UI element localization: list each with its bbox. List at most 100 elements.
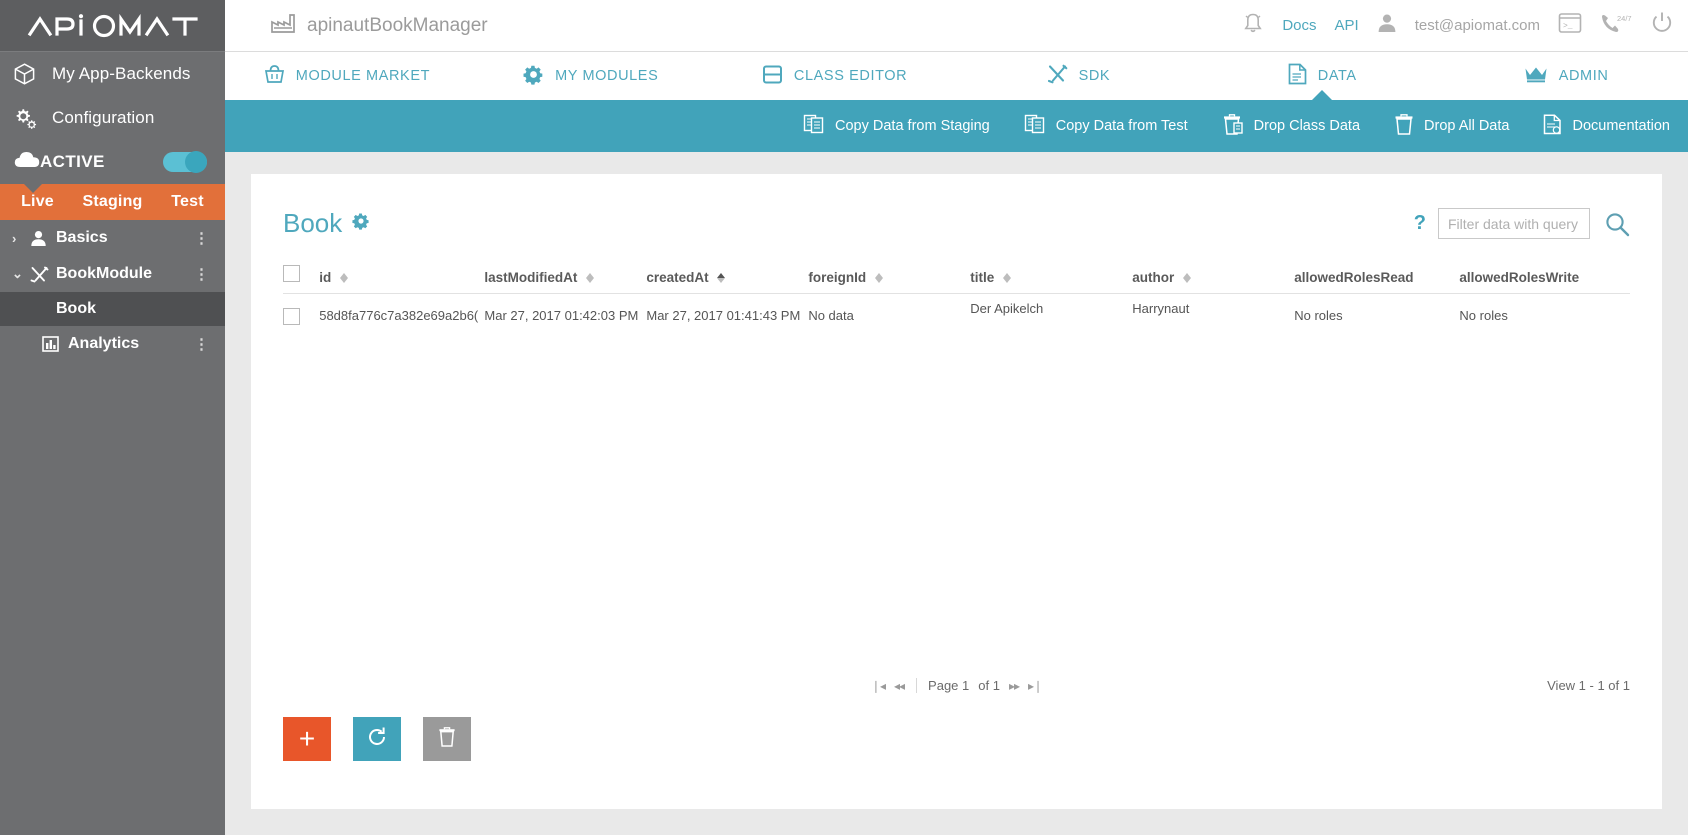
- table-header-row: id lastModifiedAt createdAt foreignId ti…: [283, 265, 1630, 294]
- main-nav: MODULE MARKET MY MODULES CLASS EDITOR SD…: [225, 52, 1688, 101]
- cell-foreignid: No data: [808, 308, 854, 323]
- search-input[interactable]: [1438, 208, 1590, 239]
- basket-icon: [264, 64, 285, 88]
- column-header-author[interactable]: author: [1132, 265, 1295, 294]
- bookmodule-kebab-menu-icon[interactable]: ⋮: [194, 267, 209, 282]
- cell-allowedrolesread: No roles: [1294, 308, 1343, 323]
- column-header-id[interactable]: id: [319, 265, 485, 294]
- last-page-button[interactable]: ▸❘: [1028, 679, 1043, 693]
- avatar[interactable]: [1377, 13, 1397, 38]
- class-settings-gear-icon[interactable]: [352, 212, 370, 235]
- sidebar-tree-label: Analytics: [68, 335, 140, 352]
- prev-page-button[interactable]: ◂◂: [894, 679, 905, 693]
- nav-item-module-market[interactable]: MODULE MARKET: [225, 52, 469, 100]
- table-row[interactable]: 58d8fa776c7a382e69a2b6( Mar 27, 2017 01:…: [283, 294, 1630, 329]
- active-toggle-switch[interactable]: [163, 151, 207, 173]
- env-tab-staging[interactable]: Staging: [75, 193, 150, 211]
- nav-item-admin[interactable]: ADMIN: [1444, 52, 1688, 100]
- cell-title: Der Apikelch: [970, 301, 1044, 316]
- basics-kebab-menu-icon[interactable]: ⋮: [194, 231, 209, 246]
- cell-createdat: Mar 27, 2017 01:41:43 PM: [646, 308, 801, 323]
- document-icon: [1288, 63, 1307, 89]
- column-label: foreignId: [808, 270, 867, 285]
- copy-data-from-staging-button[interactable]: Copy Data from Staging: [803, 114, 990, 138]
- sidebar-active-toggle-row[interactable]: ACTIVE: [0, 140, 225, 184]
- row-select-cell: [283, 294, 319, 329]
- cell-allowedroleswrite: No roles: [1459, 308, 1508, 323]
- refresh-button[interactable]: [353, 717, 401, 761]
- env-tab-live[interactable]: Live: [0, 193, 75, 211]
- gear-icon: [523, 64, 544, 89]
- nav-item-data[interactable]: DATA: [1200, 52, 1444, 101]
- drop-class-data-button[interactable]: Drop Class Data: [1222, 113, 1361, 139]
- sidebar-tree-item-bookmodule[interactable]: ⌄ BookModule ⋮: [0, 256, 225, 292]
- analytics-kebab-menu-icon[interactable]: ⋮: [194, 337, 209, 352]
- apiomat-logo[interactable]: [0, 0, 225, 52]
- select-all-checkbox[interactable]: [283, 265, 300, 282]
- docs-link[interactable]: Docs: [1282, 17, 1316, 34]
- chevron-down-icon[interactable]: ⌄: [12, 266, 30, 282]
- sidebar-item-configuration[interactable]: Configuration: [0, 96, 225, 140]
- sort-icon[interactable]: [1003, 272, 1012, 284]
- search-icon[interactable]: [1604, 211, 1630, 237]
- nav-item-sdk[interactable]: SDK: [956, 52, 1200, 100]
- sort-icon[interactable]: [339, 272, 348, 284]
- column-header-allowedrolesread[interactable]: allowedRolesRead: [1294, 265, 1460, 294]
- column-header-allowedroleswrite[interactable]: allowedRolesWrite: [1459, 265, 1630, 294]
- documentation-button[interactable]: Documentation: [1543, 114, 1670, 139]
- sidebar-tree-item-basics[interactable]: › Basics ⋮: [0, 220, 225, 256]
- sidebar-item-book[interactable]: Book: [0, 292, 225, 326]
- column-header-title[interactable]: title: [970, 265, 1133, 294]
- sidebar-item-my-app-backends[interactable]: My App-Backends: [0, 52, 225, 96]
- pagination: ❘◂ ◂◂ Page 1 of 1 ▸▸ ▸❘ View 1 - 1 of 1: [283, 678, 1630, 693]
- column-header-createdat[interactable]: createdAt: [646, 265, 809, 294]
- table-head: id lastModifiedAt createdAt foreignId ti…: [283, 265, 1630, 294]
- sort-icon[interactable]: [1183, 272, 1192, 284]
- cell-lastmodifiedat: Mar 27, 2017 01:42:03 PM: [484, 308, 639, 323]
- row-checkbox[interactable]: [283, 308, 300, 325]
- user-email[interactable]: test@apiomat.com: [1415, 17, 1540, 34]
- env-tab-test[interactable]: Test: [150, 193, 225, 211]
- nav-item-label: MODULE MARKET: [295, 68, 431, 84]
- copy-data-from-test-button[interactable]: Copy Data from Test: [1024, 114, 1188, 138]
- sub-item-label: Drop All Data: [1424, 118, 1510, 134]
- cloud-icon: [14, 151, 40, 173]
- environment-switcher: Live Staging Test: [0, 184, 225, 220]
- column-header-lastmodifiedat[interactable]: lastModifiedAt: [484, 265, 647, 294]
- sort-icon[interactable]: [874, 272, 883, 284]
- app-title-group[interactable]: apinautBookManager: [271, 13, 488, 39]
- sort-icon[interactable]: [586, 272, 595, 284]
- action-buttons: +: [283, 717, 1630, 761]
- next-page-button[interactable]: ▸▸: [1009, 679, 1020, 693]
- nav-item-class-editor[interactable]: CLASS EDITOR: [713, 52, 957, 100]
- select-all-cell: [283, 265, 320, 294]
- data-action-bar: Copy Data from Staging Copy Data from Te…: [225, 100, 1688, 152]
- first-page-button[interactable]: ❘◂: [871, 679, 886, 693]
- copy-data-icon: [1024, 114, 1046, 138]
- refresh-icon: [366, 726, 388, 753]
- terminal-icon[interactable]: >_: [1558, 12, 1582, 39]
- svg-text:>_: >_: [1563, 22, 1573, 31]
- nav-item-label: SDK: [1078, 68, 1111, 84]
- phone-24-7-icon[interactable]: 24/7: [1600, 12, 1632, 39]
- content-area: Book ? Filter data with query id lastMod…: [225, 152, 1688, 835]
- svg-text:24/7: 24/7: [1617, 14, 1632, 23]
- question-mark-icon[interactable]: ?: [1414, 212, 1426, 235]
- api-link[interactable]: API: [1335, 17, 1359, 34]
- sub-item-label: Drop Class Data: [1253, 118, 1361, 134]
- column-label: createdAt: [646, 270, 709, 285]
- bell-icon[interactable]: [1242, 12, 1264, 40]
- sort-icon-active[interactable]: [717, 272, 726, 284]
- chevron-right-icon[interactable]: ›: [12, 231, 30, 246]
- sidebar-tree-item-analytics[interactable]: Analytics ⋮: [0, 326, 225, 362]
- topbar: apinautBookManager Docs API test@apiomat…: [225, 0, 1688, 52]
- power-icon[interactable]: [1650, 11, 1674, 40]
- nav-item-my-modules[interactable]: MY MODULES: [469, 52, 713, 100]
- table-body: 58d8fa776c7a382e69a2b6( Mar 27, 2017 01:…: [283, 294, 1630, 329]
- nav-item-label: ADMIN: [1558, 68, 1609, 84]
- delete-button[interactable]: [423, 717, 471, 761]
- add-row-button[interactable]: +: [283, 717, 331, 761]
- gears-icon: [14, 107, 44, 129]
- drop-all-data-button[interactable]: Drop All Data: [1394, 113, 1510, 139]
- column-header-foreignid[interactable]: foreignId: [808, 265, 971, 294]
